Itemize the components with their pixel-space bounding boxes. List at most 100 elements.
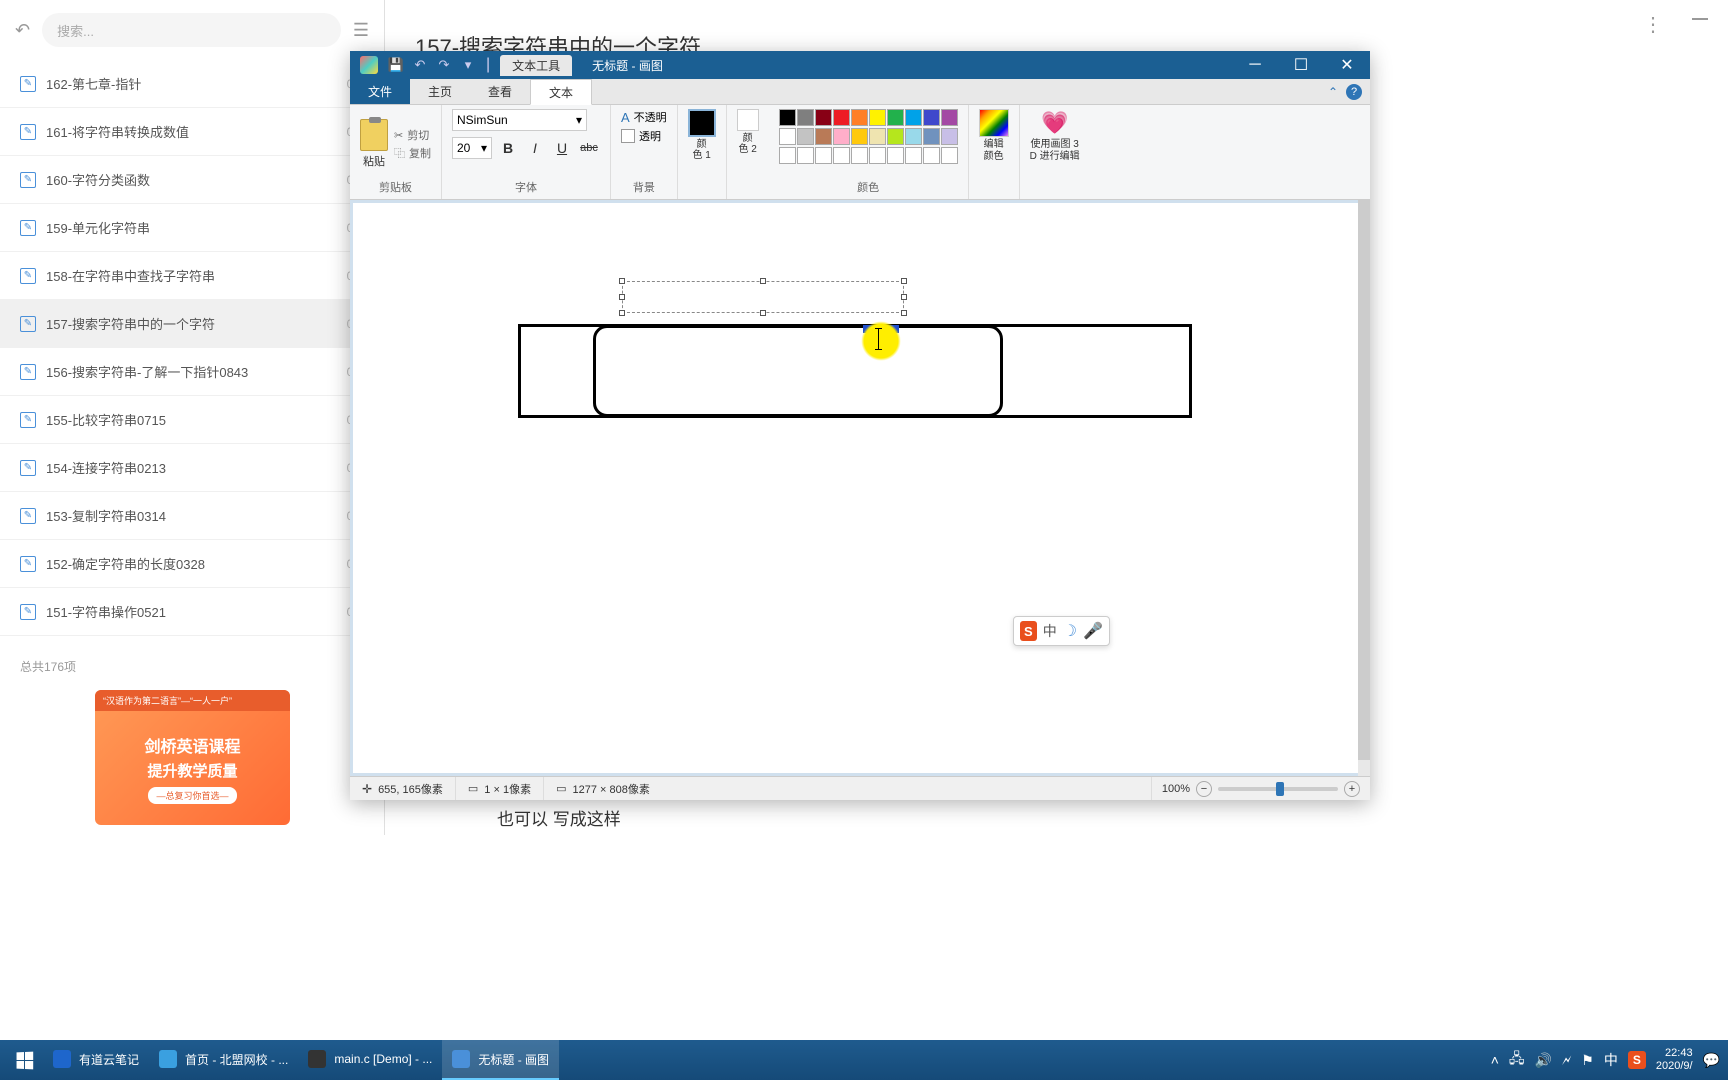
- note-item[interactable]: ✎161-将字符串转换成数值09-: [0, 108, 384, 156]
- palette-color[interactable]: [869, 128, 886, 145]
- tab-view[interactable]: 查看: [470, 79, 530, 104]
- zoom-in-button[interactable]: +: [1344, 781, 1360, 797]
- note-item[interactable]: ✎155-比较字符串071509-: [0, 396, 384, 444]
- collapse-ribbon-icon[interactable]: ⌃: [1328, 85, 1338, 99]
- titlebar[interactable]: 💾 ↶ ↷ ▾ | 文本工具 无标题 - 画图 ─ ☐ ✕: [350, 51, 1370, 79]
- note-item[interactable]: ✎158-在字符串中查找子字符串09-: [0, 252, 384, 300]
- save-icon[interactable]: 💾: [388, 57, 404, 73]
- palette-color[interactable]: [869, 109, 886, 126]
- ime-toolbar[interactable]: S 中 ☽ 🎤: [1013, 616, 1110, 646]
- redo-icon[interactable]: ↷: [436, 57, 452, 73]
- taskbar-item[interactable]: 首页 - 北盟网校 - ...: [149, 1040, 298, 1080]
- color2-button[interactable]: 颜 色 2: [737, 109, 759, 155]
- note-item[interactable]: ✎159-单元化字符串09-: [0, 204, 384, 252]
- strikethrough-button[interactable]: abc: [578, 137, 600, 159]
- palette-color[interactable]: [779, 128, 796, 145]
- palette-color[interactable]: [905, 147, 922, 164]
- palette-color[interactable]: [797, 128, 814, 145]
- palette-color[interactable]: [779, 147, 796, 164]
- palette-color[interactable]: [941, 128, 958, 145]
- palette-color[interactable]: [923, 109, 940, 126]
- palette-color[interactable]: [887, 128, 904, 145]
- taskbar-item[interactable]: main.c [Demo] - ...: [298, 1040, 442, 1080]
- ime-lang-tray[interactable]: 中: [1604, 1050, 1618, 1070]
- palette-color[interactable]: [851, 128, 868, 145]
- qat-dropdown-icon[interactable]: ▾: [460, 57, 476, 73]
- palette-color[interactable]: [833, 147, 850, 164]
- shield-icon[interactable]: ⚑: [1581, 1052, 1594, 1069]
- palette-color[interactable]: [905, 109, 922, 126]
- vertical-scrollbar[interactable]: [1358, 200, 1370, 776]
- italic-button[interactable]: I: [524, 137, 546, 159]
- opaque-option[interactable]: A不透明: [621, 109, 667, 125]
- zoom-thumb[interactable]: [1276, 782, 1284, 796]
- scroll-thumb[interactable]: [1358, 200, 1370, 760]
- palette-color[interactable]: [887, 147, 904, 164]
- resize-handle[interactable]: [760, 310, 766, 316]
- paste-button[interactable]: 粘贴: [360, 119, 388, 169]
- resize-handle[interactable]: [901, 278, 907, 284]
- ime-lang[interactable]: 中: [1043, 621, 1057, 641]
- palette-color[interactable]: [905, 128, 922, 145]
- canvas[interactable]: [353, 203, 1358, 773]
- search-input[interactable]: 搜索...: [42, 13, 341, 47]
- note-item[interactable]: ✎160-字符分类函数09-: [0, 156, 384, 204]
- close-button[interactable]: ✕: [1324, 51, 1370, 79]
- palette-color[interactable]: [869, 147, 886, 164]
- palette-color[interactable]: [851, 147, 868, 164]
- note-item[interactable]: ✎151-字符串操作052109-: [0, 588, 384, 636]
- note-item[interactable]: ✎157-搜索字符串中的一个字符09-: [0, 300, 384, 348]
- zoom-out-button[interactable]: −: [1196, 781, 1212, 797]
- note-item[interactable]: ✎152-确定字符串的长度032809-: [0, 540, 384, 588]
- cut-button[interactable]: ✂剪切: [394, 127, 431, 143]
- text-selection-box[interactable]: [622, 281, 904, 313]
- note-item[interactable]: ✎154-连接字符串021309-: [0, 444, 384, 492]
- palette-color[interactable]: [851, 109, 868, 126]
- palette-color[interactable]: [815, 109, 832, 126]
- canvas-area[interactable]: S 中 ☽ 🎤: [350, 200, 1370, 776]
- minimize-button[interactable]: ─: [1232, 51, 1278, 79]
- help-icon[interactable]: ?: [1346, 84, 1362, 100]
- volume-icon[interactable]: 🔊: [1535, 1052, 1552, 1069]
- underline-button[interactable]: U: [551, 137, 573, 159]
- resize-handle[interactable]: [619, 294, 625, 300]
- clock[interactable]: 22:43 2020/9/: [1656, 1047, 1693, 1073]
- notifications-icon[interactable]: 💬: [1703, 1052, 1720, 1069]
- ad-banner[interactable]: “汉语作为第二语言”—“一人一户” 剑桥英语课程 提升教学质量 —总复习你首选—: [95, 690, 290, 825]
- moon-icon[interactable]: ☽: [1063, 621, 1077, 641]
- edit-colors-button[interactable]: 编辑 颜色: [979, 109, 1009, 163]
- resize-handle[interactable]: [760, 278, 766, 284]
- resize-handle[interactable]: [901, 294, 907, 300]
- palette-color[interactable]: [923, 128, 940, 145]
- copy-button[interactable]: ⿻复制: [394, 145, 431, 161]
- palette-color[interactable]: [815, 147, 832, 164]
- sogou-icon[interactable]: S: [1020, 621, 1037, 641]
- tab-home[interactable]: 主页: [410, 79, 470, 104]
- mic-icon[interactable]: 🎤: [1083, 621, 1103, 641]
- note-item[interactable]: ✎153-复制字符串031409-: [0, 492, 384, 540]
- tab-file[interactable]: 文件: [350, 79, 410, 104]
- note-item[interactable]: ✎156-搜索字符串-了解一下指针084309-: [0, 348, 384, 396]
- taskbar-item[interactable]: 无标题 - 画图: [442, 1040, 559, 1080]
- palette-color[interactable]: [797, 147, 814, 164]
- palette-color[interactable]: [941, 147, 958, 164]
- palette-color[interactable]: [941, 109, 958, 126]
- note-item[interactable]: ✎162-第七章-指针09-: [0, 60, 384, 108]
- start-button[interactable]: [5, 1041, 43, 1079]
- transparent-option[interactable]: 透明: [621, 128, 667, 144]
- palette-color[interactable]: [833, 109, 850, 126]
- palette-color[interactable]: [797, 109, 814, 126]
- color1-button[interactable]: 颜 色 1: [688, 109, 716, 161]
- resize-handle[interactable]: [619, 310, 625, 316]
- network-icon[interactable]: 🖧: [1509, 1048, 1525, 1072]
- palette-color[interactable]: [779, 109, 796, 126]
- maximize-button[interactable]: ☐: [1278, 51, 1324, 79]
- sogou-tray-icon[interactable]: S: [1628, 1051, 1646, 1069]
- undo-icon[interactable]: ↶: [412, 57, 428, 73]
- paint3d-button[interactable]: 💗 使用画图 3 D 进行编辑: [1030, 109, 1080, 163]
- tab-text[interactable]: 文本: [530, 79, 592, 105]
- back-icon[interactable]: ↶: [15, 20, 30, 41]
- more-icon[interactable]: ⋮: [1643, 12, 1663, 37]
- menu-icon[interactable]: ☰: [353, 20, 369, 41]
- font-size-select[interactable]: 20▾: [452, 137, 492, 159]
